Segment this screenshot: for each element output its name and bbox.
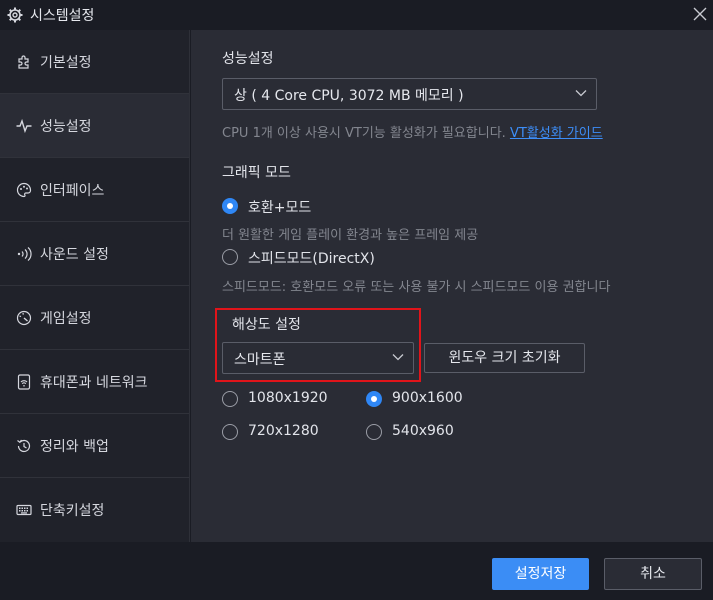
radio-res-1080x1920[interactable]: 1080x1920 [222,389,342,409]
keyboard-icon [16,504,32,516]
performance-select-value: 상 ( 4 Core CPU, 3072 MB 메모리 ) [234,88,464,104]
radio-speed-mode[interactable]: 스피드모드(DirectX) [222,247,422,267]
save-settings-button[interactable]: 설정저장 [492,558,589,590]
compat-mode-desc: 더 원활한 게임 플레이 환경과 높은 프레임 제공 [222,228,479,243]
radio-res-540x960[interactable]: 540x960 [366,422,486,442]
sidebar-item-backup[interactable]: 정리와 백업 [0,414,189,478]
cancel-button[interactable]: 취소 [604,558,702,590]
radio-compat-mode[interactable]: 호환+모드 [222,196,422,216]
graphics-title: 그래픽 모드 [222,165,291,181]
chevron-down-icon [575,90,587,97]
sidebar-item-label: 단축키설정 [40,503,105,519]
radio-dot [222,198,238,214]
resolution-title: 해상도 설정 [232,317,301,333]
speed-mode-desc: 스피드모드: 호환모드 오류 또는 사용 불가 시 스피드모드 이용 권합니다 [222,280,611,295]
sidebar-item-label: 휴대폰과 네트워크 [40,375,148,391]
radio-res-720x1280[interactable]: 720x1280 [222,422,342,442]
radio-label: 720x1280 [248,423,319,439]
sidebar-item-label: 인터페이스 [40,183,105,199]
performance-title: 성능설정 [222,51,274,67]
reset-window-size-button[interactable]: 윈도우 크기 초기화 [424,343,585,373]
sidebar-item-shortcuts[interactable]: 단축키설정 [0,478,189,542]
gauge-icon [16,310,32,326]
sidebar-item-basic[interactable]: 기본설정 [0,30,189,94]
radio-label: 1080x1920 [248,390,328,406]
window-title: 시스템설정 [30,8,95,24]
vt-guide-link[interactable]: VT활성화 가이드 [510,126,603,141]
sound-icon [17,247,32,261]
chevron-down-icon [392,354,404,361]
radio-label: 스피드모드(DirectX) [248,251,375,267]
close-icon[interactable] [693,7,707,21]
sidebar-item-label: 정리와 백업 [40,439,109,455]
gear-icon [7,7,23,23]
sidebar-item-game[interactable]: 게임설정 [0,286,189,350]
radio-label: 540x960 [392,423,454,439]
palette-icon [16,182,32,198]
vt-hint-text: CPU 1개 이상 사용시 VT기능 활성화가 필요합니다. [222,126,506,141]
sidebar-item-label: 기본설정 [40,55,92,71]
radio-dot [222,391,238,407]
footer-bar: 설정저장 취소 [0,542,713,600]
title-bar: 시스템설정 [0,0,713,30]
sidebar-item-sound[interactable]: 사운드 설정 [0,222,189,286]
sidebar-item-phone-network[interactable]: 휴대폰과 네트워크 [0,350,189,414]
radio-label: 900x1600 [392,390,463,406]
phone-wifi-icon [17,374,31,390]
radio-dot [366,424,382,440]
resolution-select-value: 스마트폰 [234,352,286,368]
radio-dot [366,391,382,407]
history-icon [17,439,31,453]
radio-dot [222,424,238,440]
vt-hint: CPU 1개 이상 사용시 VT기능 활성화가 필요합니다. VT활성화 가이드 [222,122,603,141]
radio-label: 호환+모드 [248,200,312,216]
settings-panel: 성능설정 상 ( 4 Core CPU, 3072 MB 메모리 ) CPU 1… [191,30,713,542]
sidebar-item-interface[interactable]: 인터페이스 [0,158,189,222]
sidebar: 기본설정 성능설정 인터페이스 사운드 설정 게임설정 휴대폰과 네트워크 정리… [0,30,190,542]
radio-res-900x1600[interactable]: 900x1600 [366,389,486,409]
resolution-select[interactable]: 스마트폰 [222,342,414,374]
sidebar-item-label: 사운드 설정 [40,247,109,263]
sidebar-item-performance[interactable]: 성능설정 [0,94,189,158]
pulse-icon [16,118,32,134]
sidebar-item-label: 성능설정 [40,119,92,135]
radio-dot [222,249,238,265]
performance-select[interactable]: 상 ( 4 Core CPU, 3072 MB 메모리 ) [222,78,597,110]
puzzle-icon [18,55,29,69]
sidebar-item-label: 게임설정 [40,311,92,327]
